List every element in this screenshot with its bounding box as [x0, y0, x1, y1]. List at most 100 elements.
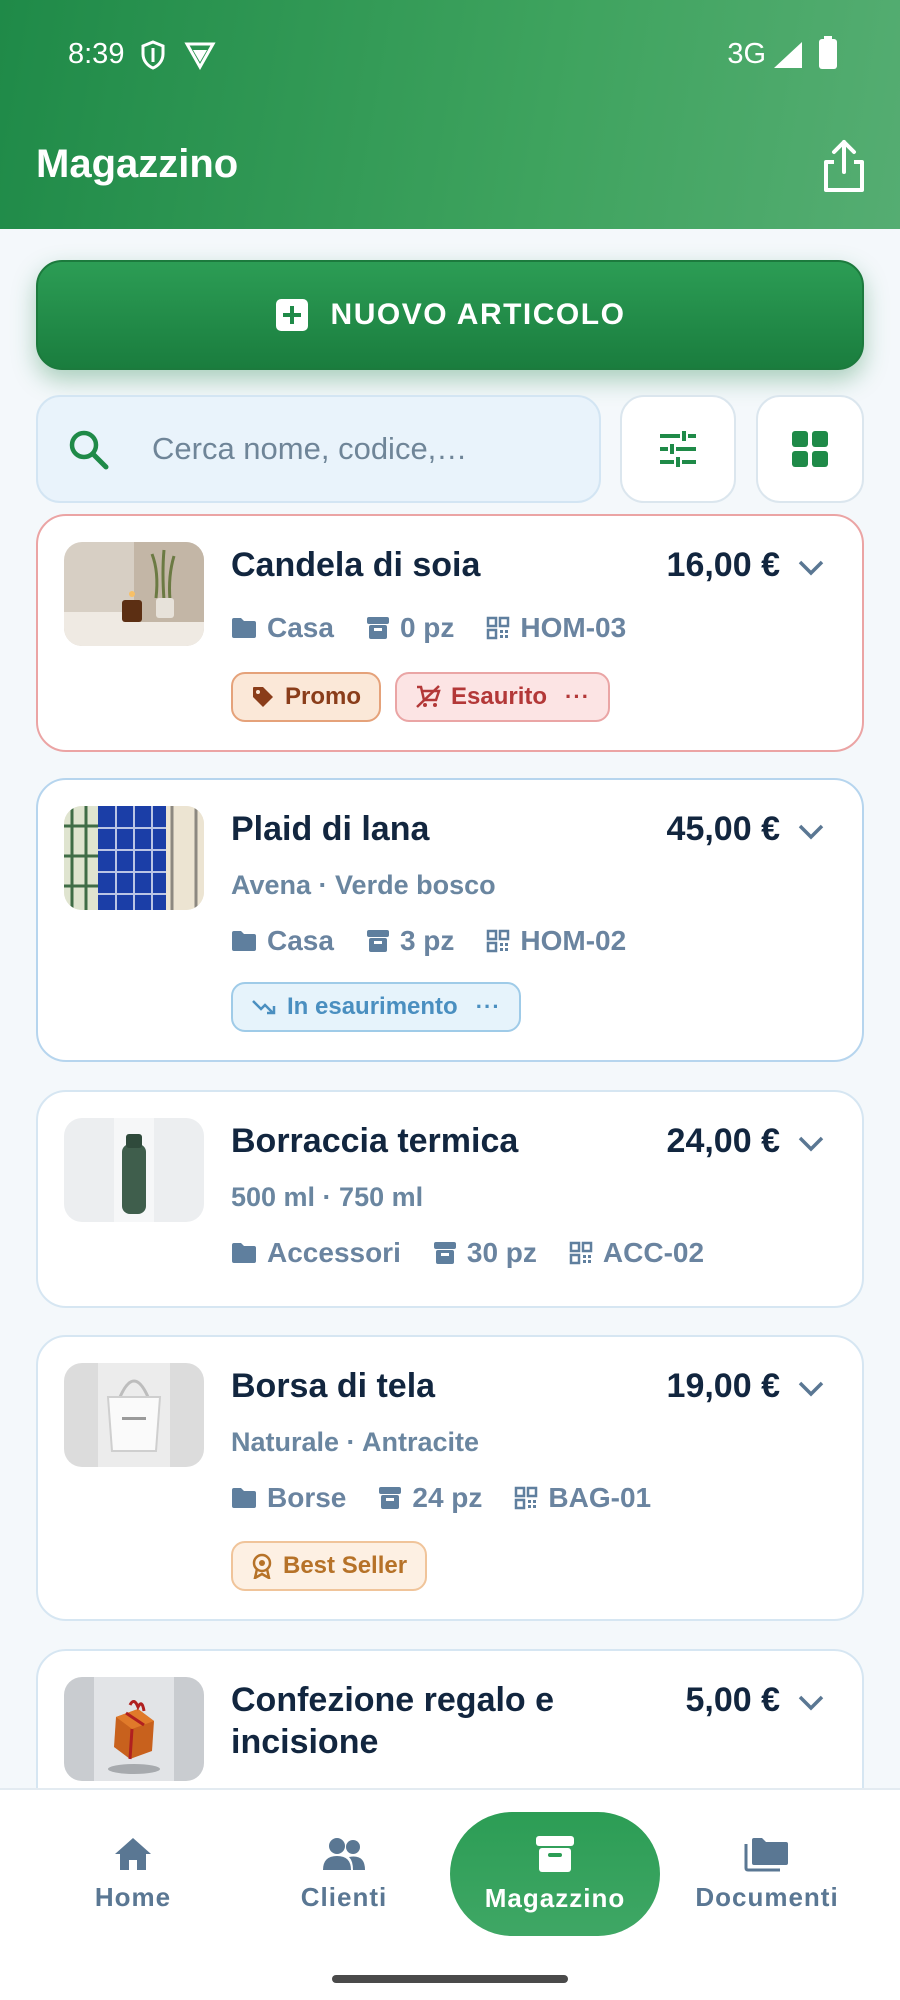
nav-documenti[interactable]: Documenti [662, 1812, 872, 1936]
item-meta: Accessori 30 pz ACC-02 [231, 1237, 736, 1269]
nav-home[interactable]: Home [28, 1812, 238, 1936]
page-title: Magazzino [36, 142, 239, 186]
item-meta: Borse 24 pz BAG-01 [231, 1482, 683, 1514]
archive-icon [536, 1835, 574, 1872]
low-stock-tag[interactable]: In esaurimento ··· [231, 982, 521, 1032]
network-type: 3G [727, 38, 766, 70]
item-image [64, 806, 204, 910]
item-name: Candela di soia [231, 546, 481, 584]
item-variants: Naturale · Antracite [231, 1427, 480, 1457]
chevron-down-icon[interactable] [796, 1379, 826, 1399]
item-price: 5,00 € [685, 1681, 780, 1719]
more-icon: ··· [475, 994, 501, 1019]
qr-code-icon [569, 1241, 593, 1265]
item-tags: Promo Esaurito ··· [231, 672, 611, 722]
inventory-list[interactable]: Candela di soia 16,00 € Casa 0 pz HOM-03… [0, 505, 900, 1788]
new-item-label: NUOVO ARTICOLO [330, 298, 626, 331]
nav-documenti-label: Documenti [695, 1881, 839, 1912]
item-code: ACC-02 [602, 1237, 705, 1268]
item-stock: 0 pz [399, 612, 455, 643]
nav-magazzino[interactable]: Magazzino [450, 1812, 660, 1936]
tune-icon [660, 431, 696, 467]
nav-magazzino-label: Magazzino [484, 1882, 626, 1913]
item-category: Borse [267, 1482, 347, 1513]
item-code: HOM-03 [520, 612, 627, 643]
chevron-down-icon[interactable] [796, 822, 826, 842]
award-icon [252, 1553, 272, 1579]
tag-icon [253, 687, 273, 707]
promo-tag-label: Promo [285, 683, 362, 710]
nav-clienti-label: Clienti [300, 1881, 388, 1912]
item-stock: 3 pz [399, 925, 455, 956]
home-icon [115, 1837, 151, 1870]
nav-clienti[interactable]: Clienti [239, 1812, 449, 1936]
list-item[interactable]: Candela di soia 16,00 € Casa 0 pz HOM-03… [36, 514, 864, 752]
remove-cart-icon [416, 685, 441, 708]
low-stock-label: In esaurimento [287, 993, 458, 1020]
list-item[interactable]: Borsa di tela 19,00 € Naturale · Antraci… [36, 1335, 864, 1621]
trending-down-icon [252, 1000, 276, 1015]
promo-tag[interactable]: Promo [231, 672, 382, 722]
item-category: Casa [267, 612, 334, 643]
item-stock: 30 pz [466, 1237, 537, 1268]
list-item[interactable]: Confezione regalo e incisione 5,00 € [36, 1649, 864, 1788]
item-category: Accessori [267, 1237, 401, 1268]
out-of-stock-tag[interactable]: Esaurito ··· [395, 672, 611, 722]
item-price: 45,00 € [666, 810, 780, 848]
item-category: Casa [267, 925, 334, 956]
qr-code-icon [487, 616, 510, 640]
item-tags: In esaurimento ··· [231, 982, 521, 1032]
filter-button[interactable] [620, 395, 736, 503]
item-image [64, 1363, 204, 1467]
home-indicator[interactable] [332, 1975, 568, 1983]
item-name: Borsa di tela [231, 1367, 436, 1405]
list-item[interactable]: Plaid di lana 45,00 € Avena · Verde bosc… [36, 778, 864, 1062]
archive-icon [379, 1487, 402, 1509]
item-code: HOM-02 [520, 925, 627, 956]
item-image [64, 542, 204, 646]
list-item[interactable]: Borraccia termica 24,00 € 500 ml · 750 m… [36, 1090, 864, 1308]
best-seller-tag[interactable]: Best Seller [231, 1541, 428, 1591]
qr-code-icon [487, 929, 510, 953]
folders-icon [744, 1837, 788, 1871]
item-meta: Casa 0 pz HOM-03 [231, 612, 658, 644]
shield-icon [141, 40, 165, 70]
more-icon: ··· [565, 684, 591, 709]
vpn-icon [184, 42, 216, 70]
item-variants: 500 ml · 750 ml [231, 1182, 424, 1212]
battery-icon [819, 36, 837, 69]
item-price: 16,00 € [666, 546, 780, 584]
item-tags: Best Seller [231, 1541, 428, 1591]
search-field[interactable]: Cerca nome, codice,… [36, 395, 601, 503]
item-name: Plaid di lana [231, 810, 430, 848]
item-stock: 24 pz [412, 1482, 483, 1513]
app-bar: 8:39 3G Magazzino [0, 0, 900, 229]
folder-icon [232, 618, 256, 638]
grid-view-button[interactable] [756, 395, 864, 503]
add-box-icon [275, 299, 308, 331]
signal-icon [774, 42, 802, 68]
item-image [64, 1677, 204, 1781]
archive-icon [366, 930, 389, 952]
item-code: BAG-01 [548, 1482, 652, 1513]
search-placeholder: Cerca nome, codice,… [152, 431, 468, 466]
share-icon[interactable] [818, 138, 870, 194]
chevron-down-icon[interactable] [796, 1134, 826, 1154]
item-name: Confezione regalo e incisione [231, 1681, 555, 1761]
item-price: 24,00 € [666, 1122, 780, 1160]
new-item-button[interactable]: NUOVO ARTICOLO [36, 260, 864, 370]
folder-icon [232, 931, 256, 951]
item-image [64, 1118, 204, 1222]
bottom-navigation: Home Clienti Magazzino Documenti [0, 1788, 900, 2000]
out-of-stock-label: Esaurito [451, 683, 548, 710]
chevron-down-icon[interactable] [796, 1693, 826, 1713]
archive-icon [366, 617, 389, 639]
item-name: Borraccia termica [231, 1122, 519, 1160]
status-bar: 8:39 3G [0, 34, 900, 74]
chevron-down-icon[interactable] [796, 558, 826, 578]
item-meta: Casa 3 pz HOM-02 [231, 925, 658, 957]
search-icon [69, 430, 109, 470]
qr-code-icon [515, 1486, 538, 1510]
folder-icon [232, 1488, 256, 1508]
item-variants: Avena · Verde bosco [231, 870, 496, 900]
